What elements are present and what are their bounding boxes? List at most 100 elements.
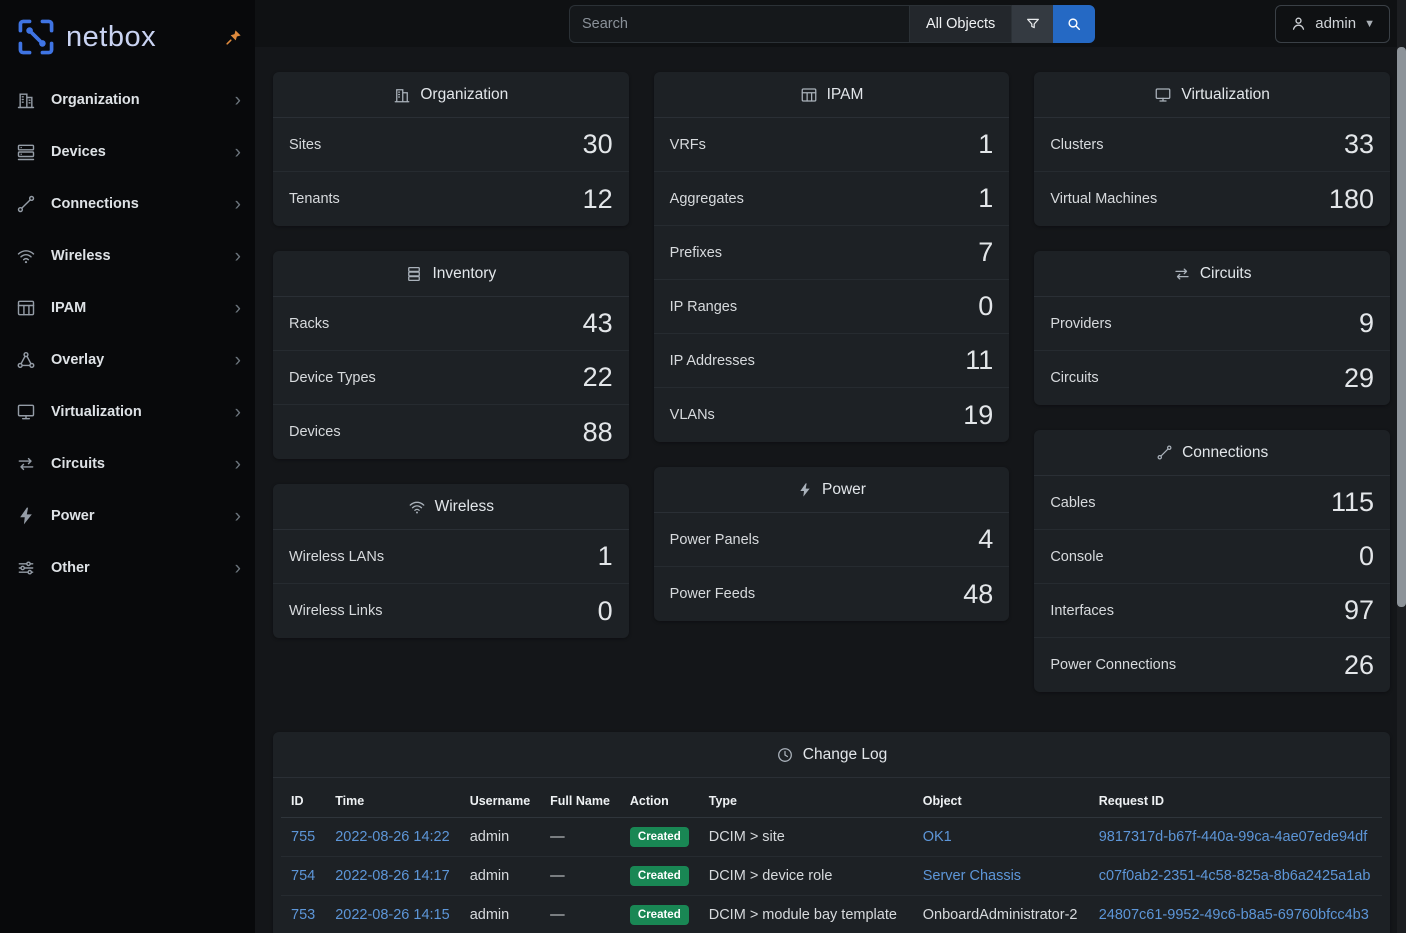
stat-row-sites[interactable]: Sites 30 [273, 118, 629, 172]
sidebar-item-wireless[interactable]: Wireless › [0, 230, 255, 282]
stat-row-ip-ranges[interactable]: IP Ranges 0 [654, 280, 1010, 334]
building-icon [393, 86, 411, 104]
time-link[interactable]: 2022-08-26 14:17 [335, 868, 450, 884]
netbox-logo-icon [14, 15, 58, 59]
stat-value: 1 [978, 183, 993, 214]
stat-row-power-feeds[interactable]: Power Feeds 48 [654, 567, 1010, 621]
stat-row-wireless-lans[interactable]: Wireless LANs 1 [273, 530, 629, 584]
building-icon [14, 90, 38, 110]
sidebar-item-label: Power [51, 508, 95, 524]
card-header: Circuits [1034, 251, 1390, 297]
organization-card: Organization Sites 30 Tenants 12 [273, 72, 629, 226]
change-log-card: Change Log ID Time Username Full Name Ac… [273, 732, 1390, 933]
object-link[interactable]: OK1 [923, 829, 952, 845]
scrollbar-thumb[interactable] [1397, 47, 1406, 607]
stat-row-wireless-links[interactable]: Wireless Links 0 [273, 584, 629, 638]
sidebar-item-ipam[interactable]: IPAM › [0, 282, 255, 334]
sidebar-item-label: Virtualization [51, 404, 142, 420]
card-header: Power [654, 467, 1010, 513]
stat-row-power-connections[interactable]: Power Connections 26 [1034, 638, 1390, 692]
type-cell: DCIM > site [699, 818, 913, 857]
network-graph-icon [14, 350, 38, 370]
stat-value: 0 [978, 291, 993, 322]
time-link[interactable]: 2022-08-26 14:15 [335, 907, 450, 923]
stat-row-vrfs[interactable]: VRFs 1 [654, 118, 1010, 172]
chevron-right-icon: › [235, 195, 241, 214]
history-icon [776, 746, 794, 764]
user-menu-button[interactable]: admin ▼ [1275, 5, 1390, 43]
sidebar-item-label: IPAM [51, 300, 86, 316]
col-header-time: Time [325, 784, 460, 818]
chevron-right-icon: › [235, 403, 241, 422]
card-title: Virtualization [1181, 86, 1269, 104]
sidebar-item-virtualization[interactable]: Virtualization › [0, 386, 255, 438]
sidebar-item-label: Other [51, 560, 90, 576]
devices-icon [14, 142, 38, 162]
sidebar-item-devices[interactable]: Devices › [0, 126, 255, 178]
stat-value: 26 [1344, 650, 1374, 681]
stat-row-aggregates[interactable]: Aggregates 1 [654, 172, 1010, 226]
pin-icon[interactable] [224, 28, 243, 47]
request-id-link[interactable]: 9817317d-b67f-440a-99ca-4ae07ede94df [1099, 829, 1367, 845]
col-header-type: Type [699, 784, 913, 818]
sidebar-item-connections[interactable]: Connections › [0, 178, 255, 230]
sidebar-item-label: Connections [51, 196, 139, 212]
stat-row-clusters[interactable]: Clusters 33 [1034, 118, 1390, 172]
stat-value: 11 [965, 345, 993, 376]
card-header: Inventory [273, 251, 629, 297]
stat-row-power-panels[interactable]: Power Panels 4 [654, 513, 1010, 567]
ip-table-icon [800, 86, 818, 104]
netbox-logo[interactable]: netbox [0, 0, 255, 74]
stat-value: 30 [583, 129, 613, 160]
col-header-action: Action [620, 784, 699, 818]
monitor-icon [1154, 86, 1172, 104]
sidebar-item-label: Organization [51, 92, 140, 108]
stat-row-cables[interactable]: Cables 115 [1034, 476, 1390, 530]
sidebar-item-overlay[interactable]: Overlay › [0, 334, 255, 386]
stat-row-prefixes[interactable]: Prefixes 7 [654, 226, 1010, 280]
action-badge: Created [630, 905, 689, 925]
table-row: 755 2022-08-26 14:22 admin — Created DCI… [281, 818, 1382, 857]
username-cell: admin [460, 896, 540, 933]
search-submit-button[interactable] [1053, 5, 1095, 43]
stat-row-racks[interactable]: Racks 43 [273, 297, 629, 351]
stat-row-tenants[interactable]: Tenants 12 [273, 172, 629, 226]
id-link[interactable]: 753 [291, 907, 315, 923]
object-link[interactable]: Server Chassis [923, 868, 1021, 884]
page-scrollbar[interactable] [1397, 0, 1406, 933]
power-card: Power Power Panels 4 Power Feeds 48 [654, 467, 1010, 621]
stat-row-interfaces[interactable]: Interfaces 97 [1034, 584, 1390, 638]
stat-row-virtual-machines[interactable]: Virtual Machines 180 [1034, 172, 1390, 226]
object-type-button[interactable]: All Objects [909, 5, 1012, 43]
sidebar-item-label: Circuits [51, 456, 105, 472]
caret-down-icon: ▼ [1364, 18, 1375, 30]
sidebar-item-power[interactable]: Power › [0, 490, 255, 542]
user-name: admin [1315, 15, 1356, 32]
sidebar-item-other[interactable]: Other › [0, 542, 255, 594]
id-link[interactable]: 755 [291, 829, 315, 845]
stat-row-providers[interactable]: Providers 9 [1034, 297, 1390, 351]
stat-value: 48 [963, 579, 993, 610]
request-id-link[interactable]: c07f0ab2-2351-4c58-825a-8b6a2425a1ab [1099, 868, 1371, 884]
search-input[interactable] [569, 5, 909, 43]
stat-value: 19 [963, 400, 993, 431]
sidebar-item-circuits[interactable]: Circuits › [0, 438, 255, 490]
sidebar-item-organization[interactable]: Organization › [0, 74, 255, 126]
col-header-request-id: Request ID [1089, 784, 1382, 818]
table-header-row: ID Time Username Full Name Action Type O… [281, 784, 1382, 818]
card-title: IPAM [827, 86, 864, 104]
change-log-table: ID Time Username Full Name Action Type O… [281, 784, 1382, 933]
stat-row-devices[interactable]: Devices 88 [273, 405, 629, 459]
card-title: Power [822, 481, 866, 499]
virtualization-card: Virtualization Clusters 33 Virtual Machi… [1034, 72, 1390, 226]
stat-value: 115 [1331, 487, 1374, 518]
request-id-link[interactable]: 24807c61-9952-49c6-b8a5-69760bfcc4b3 [1099, 907, 1369, 923]
stat-row-ip-addresses[interactable]: IP Addresses 11 [654, 334, 1010, 388]
stat-row-console[interactable]: Console 0 [1034, 530, 1390, 584]
filter-button[interactable] [1012, 5, 1053, 43]
stat-row-circuits[interactable]: Circuits 29 [1034, 351, 1390, 405]
stat-row-vlans[interactable]: VLANs 19 [654, 388, 1010, 442]
stat-row-device-types[interactable]: Device Types 22 [273, 351, 629, 405]
time-link[interactable]: 2022-08-26 14:22 [335, 829, 450, 845]
id-link[interactable]: 754 [291, 868, 315, 884]
